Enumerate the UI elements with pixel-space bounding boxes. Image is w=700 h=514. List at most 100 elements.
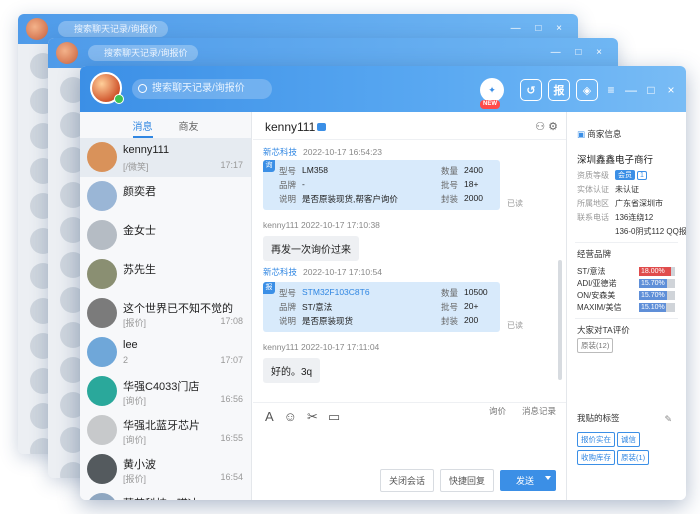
message-meta: 新芯科技 2022-10-17 17:10:54 <box>263 267 382 277</box>
review-chip[interactable]: 原装(12) <box>577 338 614 353</box>
card-brand: ST/意法 <box>302 302 333 312</box>
store-icon: ▣ <box>577 129 586 139</box>
close-icon[interactable]: × <box>664 83 678 97</box>
contact-item[interactable]: lee 2 17:07 <box>80 333 251 372</box>
minimize-icon[interactable]: — <box>624 83 638 97</box>
quote-tag: 报 <box>263 282 275 294</box>
avatar <box>87 220 117 250</box>
contact-name: 这个世界已不知不觉的... <box>123 303 233 315</box>
contact-name: 颜奕君 <box>123 186 156 198</box>
contact-item[interactable]: 苏先生 <box>80 255 251 294</box>
close-session-button[interactable]: 关闭会话 <box>379 469 434 492</box>
contact-item[interactable]: 黄小波 [报价] 16:54 <box>80 450 251 489</box>
vip-badge: 会员 <box>615 170 635 180</box>
card-label: 批号 <box>441 302 459 312</box>
history-button[interactable]: 消息记录 <box>522 405 556 417</box>
card-note: 是否原装现货,帮客户询价 <box>302 194 398 204</box>
read-status: 已读 <box>507 199 523 208</box>
card-qty: 10500 <box>464 287 488 297</box>
font-icon[interactable]: A <box>265 409 274 425</box>
tag-chip[interactable]: 诚信 <box>617 432 640 447</box>
avatar <box>87 337 117 367</box>
card-qty: 2400 <box>464 165 483 175</box>
profile-icon[interactable]: ⚇ <box>535 121 545 133</box>
contact-time: 16:56 <box>220 394 243 404</box>
card-label: 封装 <box>441 194 459 204</box>
message-input[interactable]: 关闭会话 快捷回复 发送 <box>253 432 566 500</box>
contact-time: 16:55 <box>220 433 243 443</box>
avatar <box>56 42 78 64</box>
card-label: 型号 <box>279 166 297 176</box>
screenshot-icon[interactable]: ✂ <box>307 409 318 425</box>
search-input: 搜索聊天记录/询报价 <box>58 21 168 37</box>
message-meta: kenny111 2022-10-17 17:11:04 <box>263 342 380 352</box>
brand-row: ADI/亚德诺 15.70% <box>577 278 677 290</box>
contact-item[interactable]: 颜奕君 <box>80 177 251 216</box>
avatar <box>87 454 117 484</box>
brand-name: ST/意法 <box>577 267 606 276</box>
card-package: 2000 <box>464 193 483 203</box>
menu-icon[interactable]: ≡ <box>604 83 618 97</box>
card-model-link[interactable]: STM32F103C8T6 <box>302 287 370 299</box>
avatar <box>26 18 48 40</box>
card-brand: - <box>302 179 305 189</box>
tag-chip[interactable]: 原装(1) <box>617 450 650 465</box>
contact-name: 金女士 <box>123 225 156 237</box>
input-toolbar: A ☺ ✂ ▭ 询价 消息记录 <box>253 402 566 432</box>
contact-item[interactable]: 这个世界已不知不觉的... [报价] 17:08 <box>80 294 251 333</box>
tab-messages[interactable]: 消息 <box>132 118 153 138</box>
contact-item[interactable]: 金女士 <box>80 216 251 255</box>
chevron-down-icon[interactable] <box>545 476 551 480</box>
card-model: LM358 <box>302 165 329 175</box>
card-label: 数量 <box>441 166 459 176</box>
avatar <box>87 181 117 211</box>
section-title: 我贴的标签 <box>577 413 620 423</box>
brand-share-pct: 15.70% <box>641 292 665 299</box>
section-title: ▣ 商家信息 <box>577 129 622 139</box>
inquiry-button[interactable]: 询价 <box>489 405 506 417</box>
tag-chip[interactable]: 报价实在 <box>577 432 615 447</box>
tag-chip[interactable]: 收购库存 <box>577 450 615 465</box>
send-button[interactable]: 发送 <box>499 470 556 491</box>
quote-card[interactable]: 报 型号 STM32F103C8T6 品牌 ST/意法 说明 是否原装现货 数量 105… <box>263 282 500 332</box>
contact-item[interactable]: kenny111 [/微笑] 17:17 <box>80 138 251 177</box>
inquiry-tag: 询 <box>263 160 275 172</box>
contact-last-message: [/微笑] <box>123 162 149 172</box>
contact-last-message: [报价] <box>123 474 147 484</box>
inquiry-card[interactable]: 询 型号 LM358 品牌 - 说明 是否原装现货,帮客户询价 数量 2400 批号 18… <box>263 160 500 210</box>
card-label: 说明 <box>279 316 297 326</box>
tab-friends[interactable]: 商友 <box>179 118 199 138</box>
divider <box>575 318 678 319</box>
new-feature-icon[interactable]: ✦ NEW <box>480 78 504 109</box>
shield-icon[interactable]: ◈ <box>576 79 598 101</box>
id-card-icon[interactable] <box>317 123 326 131</box>
contact-item[interactable]: 蓝芯科技 - 喵冰 <box>80 489 251 500</box>
search-icon <box>138 84 147 93</box>
maximize-icon[interactable]: □ <box>644 83 658 97</box>
contact-item[interactable]: 华强C4033门店 [询价] 16:56 <box>80 372 251 411</box>
search-input[interactable]: 搜索聊天记录/询报价 <box>132 79 272 99</box>
quick-reply-button[interactable]: 快捷回复 <box>439 469 494 492</box>
brand-share-pct: 15.10% <box>641 304 665 311</box>
inquiry-icon[interactable]: ↺ <box>520 79 542 101</box>
auth-row: 实体认证 未认证 <box>577 185 639 194</box>
folder-icon[interactable]: ▭ <box>328 409 340 425</box>
company-name[interactable]: 深圳鑫鑫电子商行 <box>577 152 653 166</box>
scrollbar[interactable] <box>558 260 562 380</box>
edit-icon[interactable]: ✎ <box>664 414 672 425</box>
brand-name: ON/安森美 <box>577 291 616 300</box>
contact-time: 16:54 <box>220 472 243 482</box>
quote-icon[interactable]: 报 <box>548 79 570 101</box>
phone-row: 联系电话 136连绕12 <box>577 213 654 222</box>
level-row: 资质等级 会员 1 <box>577 170 647 181</box>
chat-panel: kenny111 ⚇ ⚙ 新芯科技 2022-10-17 16:54:23 询 型… <box>253 112 566 500</box>
contact-last-message: 2 <box>123 355 129 365</box>
emoji-icon[interactable]: ☺ <box>284 409 297 425</box>
contact-item[interactable]: 华强北蓝牙芯片 [询价] 16:55 <box>80 411 251 450</box>
settings-icon[interactable]: ⚙ <box>548 121 558 133</box>
title-bar: 搜索聊天记录/询报价 ✦ NEW ↺ 报 ◈ ≡ — □ × <box>80 66 686 112</box>
text-message: 好的。3q <box>263 358 321 383</box>
contact-name: lee <box>123 339 138 351</box>
brand-row: ON/安森美 15.70% <box>577 290 677 302</box>
chat-title: kenny111 <box>265 120 316 134</box>
